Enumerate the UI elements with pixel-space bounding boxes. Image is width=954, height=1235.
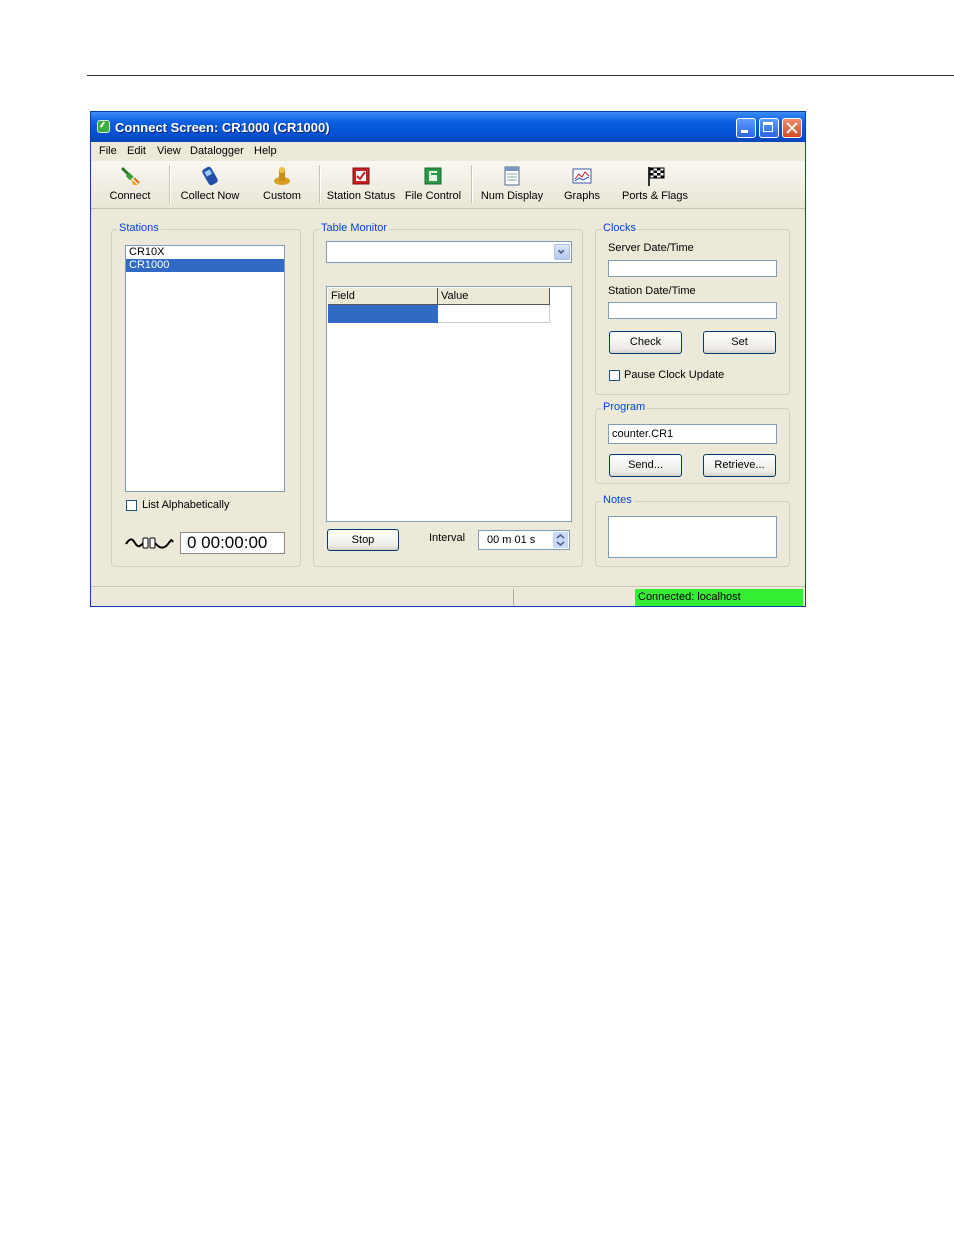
- custom-icon: [274, 167, 290, 185]
- notes-group: Notes: [595, 494, 790, 567]
- connection-status: Connected: localhost: [635, 589, 803, 606]
- title-bar[interactable]: Connect Screen: CR1000 (CR1000): [91, 112, 805, 142]
- notes-legend: Notes: [601, 494, 634, 506]
- minimize-button[interactable]: [736, 118, 756, 138]
- file-control-button[interactable]: File Control: [403, 163, 463, 205]
- file-control-icon: [424, 167, 442, 185]
- program-file-field[interactable]: counter.CR1: [608, 424, 777, 444]
- table-select-dropdown-button[interactable]: [554, 244, 570, 260]
- table-monitor-grid[interactable]: Field Value: [326, 286, 572, 522]
- set-clock-button[interactable]: Set: [703, 331, 776, 354]
- stations-group: Stations CR10X CR1000 List Alphabeticall…: [111, 222, 301, 567]
- station-datetime-label: Station Date/Time: [608, 285, 696, 297]
- connect-screen-window: Connect Screen: CR1000 (CR1000) File Edi…: [90, 111, 806, 607]
- server-datetime-field: [608, 260, 777, 277]
- table-select[interactable]: [326, 241, 572, 263]
- graphs-icon: [572, 168, 592, 184]
- num-display-button[interactable]: Num Display: [479, 163, 545, 205]
- toolbar: Connect Collect Now Custom Station Statu…: [91, 161, 805, 209]
- check-clock-button[interactable]: Check: [609, 331, 682, 354]
- pause-clock-update-label: Pause Clock Update: [624, 369, 725, 381]
- collect-now-label: Collect Now: [180, 190, 240, 202]
- server-datetime-label: Server Date/Time: [608, 242, 694, 254]
- notes-field[interactable]: [608, 516, 777, 558]
- connect-plug-icon: [120, 166, 140, 185]
- collect-now-phone-icon: [202, 166, 218, 186]
- menu-file[interactable]: File: [99, 145, 117, 157]
- connect-button[interactable]: Connect: [103, 163, 157, 205]
- list-alphabetically-label: List Alphabetically: [142, 499, 230, 511]
- station-status-button[interactable]: Station Status: [325, 163, 397, 205]
- interval-label: Interval: [429, 532, 466, 544]
- stations-legend: Stations: [117, 222, 161, 234]
- grid-header-field[interactable]: Field: [328, 288, 438, 305]
- clocks-legend: Clocks: [601, 222, 639, 234]
- pause-clock-update-checkbox[interactable]: [609, 370, 620, 381]
- maximize-button[interactable]: [759, 118, 779, 138]
- station-status-label: Station Status: [326, 190, 396, 202]
- menu-datalogger[interactable]: Datalogger: [190, 145, 244, 157]
- table-monitor-legend: Table Monitor: [319, 222, 390, 234]
- station-datetime-field: [608, 302, 777, 319]
- collect-now-button[interactable]: Collect Now: [177, 163, 243, 205]
- list-alphabetically-checkbox[interactable]: [126, 500, 137, 511]
- grid-header-value[interactable]: Value: [438, 288, 550, 305]
- program-group: Program counter.CR1 Send... Retrieve...: [595, 401, 790, 484]
- interval-spinner-buttons[interactable]: [553, 532, 568, 548]
- graphs-label: Graphs: [563, 190, 601, 202]
- custom-label: Custom: [263, 190, 301, 202]
- station-status-icon: [352, 167, 370, 185]
- ports-flags-button[interactable]: Ports & Flags: [619, 163, 691, 205]
- retrieve-program-button[interactable]: Retrieve...: [703, 454, 776, 477]
- status-segment-divider: [513, 589, 514, 605]
- menu-edit[interactable]: Edit: [127, 145, 146, 157]
- menu-help[interactable]: Help: [254, 145, 277, 157]
- page-divider: [87, 75, 954, 76]
- graphs-button[interactable]: Graphs: [559, 163, 605, 205]
- custom-button[interactable]: Custom: [257, 163, 307, 205]
- connect-label: Connect: [109, 190, 151, 202]
- grid-cell-value[interactable]: [438, 305, 550, 323]
- clocks-group: Clocks Server Date/Time Station Date/Tim…: [595, 222, 790, 395]
- toolbar-separator: [319, 165, 321, 203]
- status-bar: Connected: localhost: [91, 586, 805, 606]
- window-title: Connect Screen: CR1000 (CR1000): [115, 120, 330, 135]
- stop-button[interactable]: Stop: [327, 529, 399, 551]
- ports-flags-icon: [648, 167, 665, 186]
- app-icon: [97, 120, 110, 133]
- ports-flags-label: Ports & Flags: [621, 190, 689, 202]
- table-monitor-group: Table Monitor Field Value Stop Interval …: [313, 222, 583, 567]
- send-program-button[interactable]: Send...: [609, 454, 682, 477]
- close-button[interactable]: [782, 118, 802, 138]
- toolbar-separator: [169, 165, 171, 203]
- station-item-cr10x[interactable]: CR10X: [126, 246, 284, 259]
- menu-view[interactable]: View: [157, 145, 181, 157]
- chevron-down-icon: [557, 249, 565, 255]
- program-legend: Program: [601, 401, 648, 413]
- station-item-cr1000[interactable]: CR1000: [126, 259, 284, 272]
- toolbar-separator: [471, 165, 473, 203]
- file-control-label: File Control: [404, 190, 462, 202]
- spin-up-down-icon: [553, 532, 568, 548]
- stations-list[interactable]: CR10X CR1000: [125, 245, 285, 492]
- connection-cable-icon: [125, 537, 174, 549]
- connection-timer: 0 00:00:00: [180, 532, 285, 554]
- menu-bar: File Edit View Datalogger Help: [91, 142, 805, 161]
- num-display-label: Num Display: [480, 190, 544, 202]
- grid-cell-field-selected[interactable]: [328, 305, 438, 323]
- num-display-icon: [504, 166, 520, 186]
